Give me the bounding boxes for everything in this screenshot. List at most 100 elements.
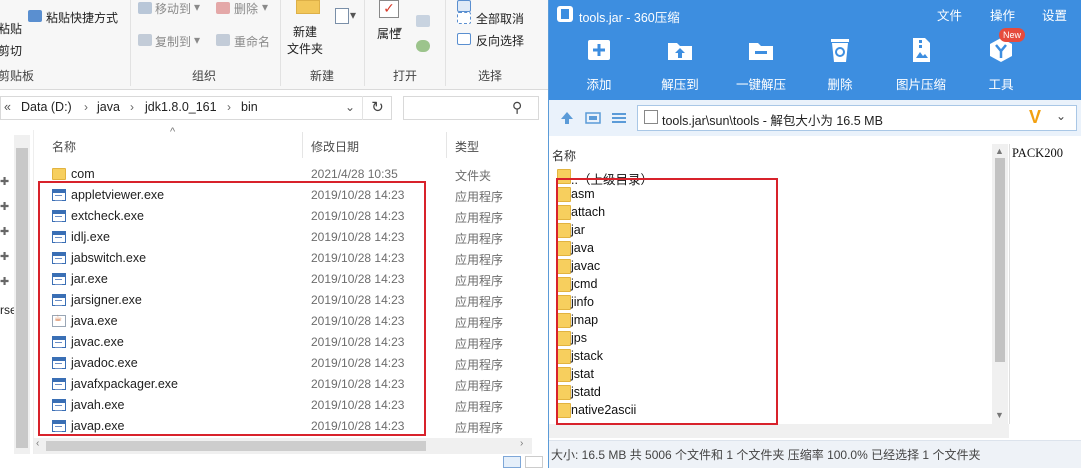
- scroll-up-icon[interactable]: ▲: [995, 146, 1004, 156]
- delete-icon: [216, 2, 230, 14]
- file-row[interactable]: javadoc.exe 2019/10/28 14:23 应用程序: [50, 353, 530, 374]
- select-none-button[interactable]: 全部取消: [476, 10, 524, 27]
- file-row[interactable]: jabswitch.exe 2019/10/28 14:23 应用程序: [50, 248, 530, 269]
- scroll-right-icon[interactable]: ›: [520, 438, 523, 449]
- archive-entry[interactable]: ..（上级目录）: [553, 168, 803, 187]
- pin-icon[interactable]: ✚: [0, 250, 9, 263]
- chevron-right-icon[interactable]: ›: [84, 100, 88, 114]
- archive-entry[interactable]: javac: [553, 258, 803, 276]
- paste-shortcut-button[interactable]: 粘贴快捷方式: [46, 9, 118, 26]
- chevron-right-icon[interactable]: ›: [130, 100, 134, 114]
- file-row[interactable]: javah.exe 2019/10/28 14:23 应用程序: [50, 395, 530, 416]
- file-type: 应用程序: [455, 211, 504, 225]
- chevron-down-icon[interactable]: ⌄: [345, 100, 355, 114]
- details-view-icon[interactable]: [503, 456, 521, 468]
- breadcrumb-drive[interactable]: Data (D:): [21, 100, 72, 114]
- archive-entry[interactable]: jstat: [553, 366, 803, 384]
- java-exe-icon: [52, 313, 66, 327]
- copy-to-dropdown-icon[interactable]: ▾: [194, 33, 200, 47]
- view-icon[interactable]: [585, 110, 601, 126]
- edit-icon[interactable]: [416, 15, 430, 27]
- pin-icon[interactable]: ✚: [0, 200, 9, 213]
- toolbar-one-click-extract-button[interactable]: 一键解压: [729, 36, 789, 92]
- exe-icon: [52, 357, 66, 369]
- menu-settings[interactable]: 设置: [1042, 5, 1067, 24]
- nav-scrollbar-thumb[interactable]: [16, 148, 28, 448]
- menu-file[interactable]: 文件: [937, 5, 962, 24]
- menu-action[interactable]: 操作: [990, 5, 1015, 24]
- archive-entry[interactable]: jar: [553, 222, 803, 240]
- file-row[interactable]: javac.exe 2019/10/28 14:23 应用程序: [50, 332, 530, 353]
- archive-entry[interactable]: jcmd: [553, 276, 803, 294]
- move-to-dropdown-icon[interactable]: ▾: [194, 0, 200, 14]
- pin-icon[interactable]: ✚: [0, 275, 9, 288]
- breadcrumb-jdk[interactable]: jdk1.8.0_161: [145, 100, 217, 114]
- delete-button[interactable]: 删除: [234, 0, 258, 17]
- archive-entry[interactable]: java: [553, 240, 803, 258]
- new-folder-label-2[interactable]: 文件夹: [287, 40, 323, 57]
- list-icon[interactable]: [611, 110, 627, 126]
- toolbar-tools-button[interactable]: 工具: [969, 36, 1029, 92]
- copy-to-button[interactable]: 复制到: [155, 33, 191, 50]
- copy-to-icon: [138, 34, 152, 46]
- column-header-name[interactable]: 名称: [52, 138, 76, 155]
- toolbar-label: 一键解压: [735, 78, 786, 92]
- paste-button[interactable]: 粘贴: [0, 20, 22, 37]
- scroll-left-icon[interactable]: ‹: [36, 438, 39, 449]
- toolbar-add-button[interactable]: 添加: [567, 36, 627, 92]
- file-row[interactable]: jarsigner.exe 2019/10/28 14:23 应用程序: [50, 290, 530, 311]
- file-row[interactable]: idlj.exe 2019/10/28 14:23 应用程序: [50, 227, 530, 248]
- file-row[interactable]: javap.exe 2019/10/28 14:23 应用程序: [50, 416, 530, 437]
- history-icon[interactable]: [416, 40, 430, 52]
- new-item-icon[interactable]: [335, 8, 349, 24]
- chevron-down-icon[interactable]: ⌄: [1056, 109, 1066, 123]
- file-row[interactable]: extcheck.exe 2019/10/28 14:23 应用程序: [50, 206, 530, 227]
- column-header-type[interactable]: 类型: [455, 138, 479, 155]
- overflow-chevron-icon[interactable]: «: [4, 100, 11, 114]
- search-icon[interactable]: ⚲: [512, 99, 522, 116]
- invert-selection-button[interactable]: 反向选择: [476, 32, 524, 49]
- breadcrumb-java[interactable]: java: [97, 100, 120, 114]
- column-divider[interactable]: [302, 132, 303, 158]
- scroll-down-icon[interactable]: ▼: [995, 410, 1004, 420]
- archive-entry[interactable]: jinfo: [553, 294, 803, 312]
- large-icons-view-icon[interactable]: [525, 456, 543, 468]
- archive-entry[interactable]: jps: [553, 330, 803, 348]
- file-type: 应用程序: [455, 253, 504, 267]
- toolbar-delete-button[interactable]: 删除: [808, 36, 868, 92]
- up-arrow-icon[interactable]: [559, 110, 575, 126]
- archive-entry[interactable]: native2ascii: [553, 402, 803, 420]
- column-header-date[interactable]: 修改日期: [311, 138, 359, 155]
- archive-horizontal-scrollbar[interactable]: [549, 424, 1009, 438]
- chevron-right-icon[interactable]: ›: [227, 100, 231, 114]
- new-item-dropdown-icon[interactable]: ▾: [350, 8, 356, 22]
- file-row[interactable]: javafxpackager.exe 2019/10/28 14:23 应用程序: [50, 374, 530, 395]
- column-header-name[interactable]: 名称: [552, 147, 576, 164]
- file-row[interactable]: appletviewer.exe 2019/10/28 14:23 应用程序: [50, 185, 530, 206]
- archive-entry[interactable]: asm: [553, 186, 803, 204]
- toolbar-image-compress-button[interactable]: 图片压缩: [889, 36, 949, 92]
- properties-dropdown-icon[interactable]: ▾: [396, 23, 402, 37]
- refresh-icon[interactable]: ↻: [362, 96, 392, 120]
- archive-entry[interactable]: jstack: [553, 348, 803, 366]
- rename-button[interactable]: 重命名: [234, 33, 270, 50]
- file-row[interactable]: java.exe 2019/10/28 14:23 应用程序: [50, 311, 530, 332]
- column-divider[interactable]: [446, 132, 447, 158]
- divider: [130, 0, 131, 86]
- verified-icon[interactable]: V: [1029, 107, 1041, 128]
- file-row[interactable]: jar.exe 2019/10/28 14:23 应用程序: [50, 269, 530, 290]
- move-to-button[interactable]: 移动到: [155, 0, 191, 17]
- pin-icon[interactable]: ✚: [0, 175, 9, 188]
- archive-entry[interactable]: jstatd: [553, 384, 803, 402]
- pin-icon[interactable]: ✚: [0, 225, 9, 238]
- delete-dropdown-icon[interactable]: ▾: [262, 0, 268, 14]
- file-row[interactable]: com 2021/4/28 10:35 文件夹: [50, 164, 530, 185]
- cut-button[interactable]: 剪切: [0, 42, 22, 59]
- archive-entry[interactable]: jmap: [553, 312, 803, 330]
- archive-scrollbar-thumb[interactable]: [995, 158, 1005, 362]
- new-folder-label-1[interactable]: 新建: [293, 23, 317, 40]
- breadcrumb-bin[interactable]: bin: [241, 100, 258, 114]
- archive-entry[interactable]: attach: [553, 204, 803, 222]
- toolbar-extract-to-button[interactable]: 解压到: [648, 36, 708, 92]
- horizontal-scrollbar-thumb[interactable]: [46, 441, 426, 451]
